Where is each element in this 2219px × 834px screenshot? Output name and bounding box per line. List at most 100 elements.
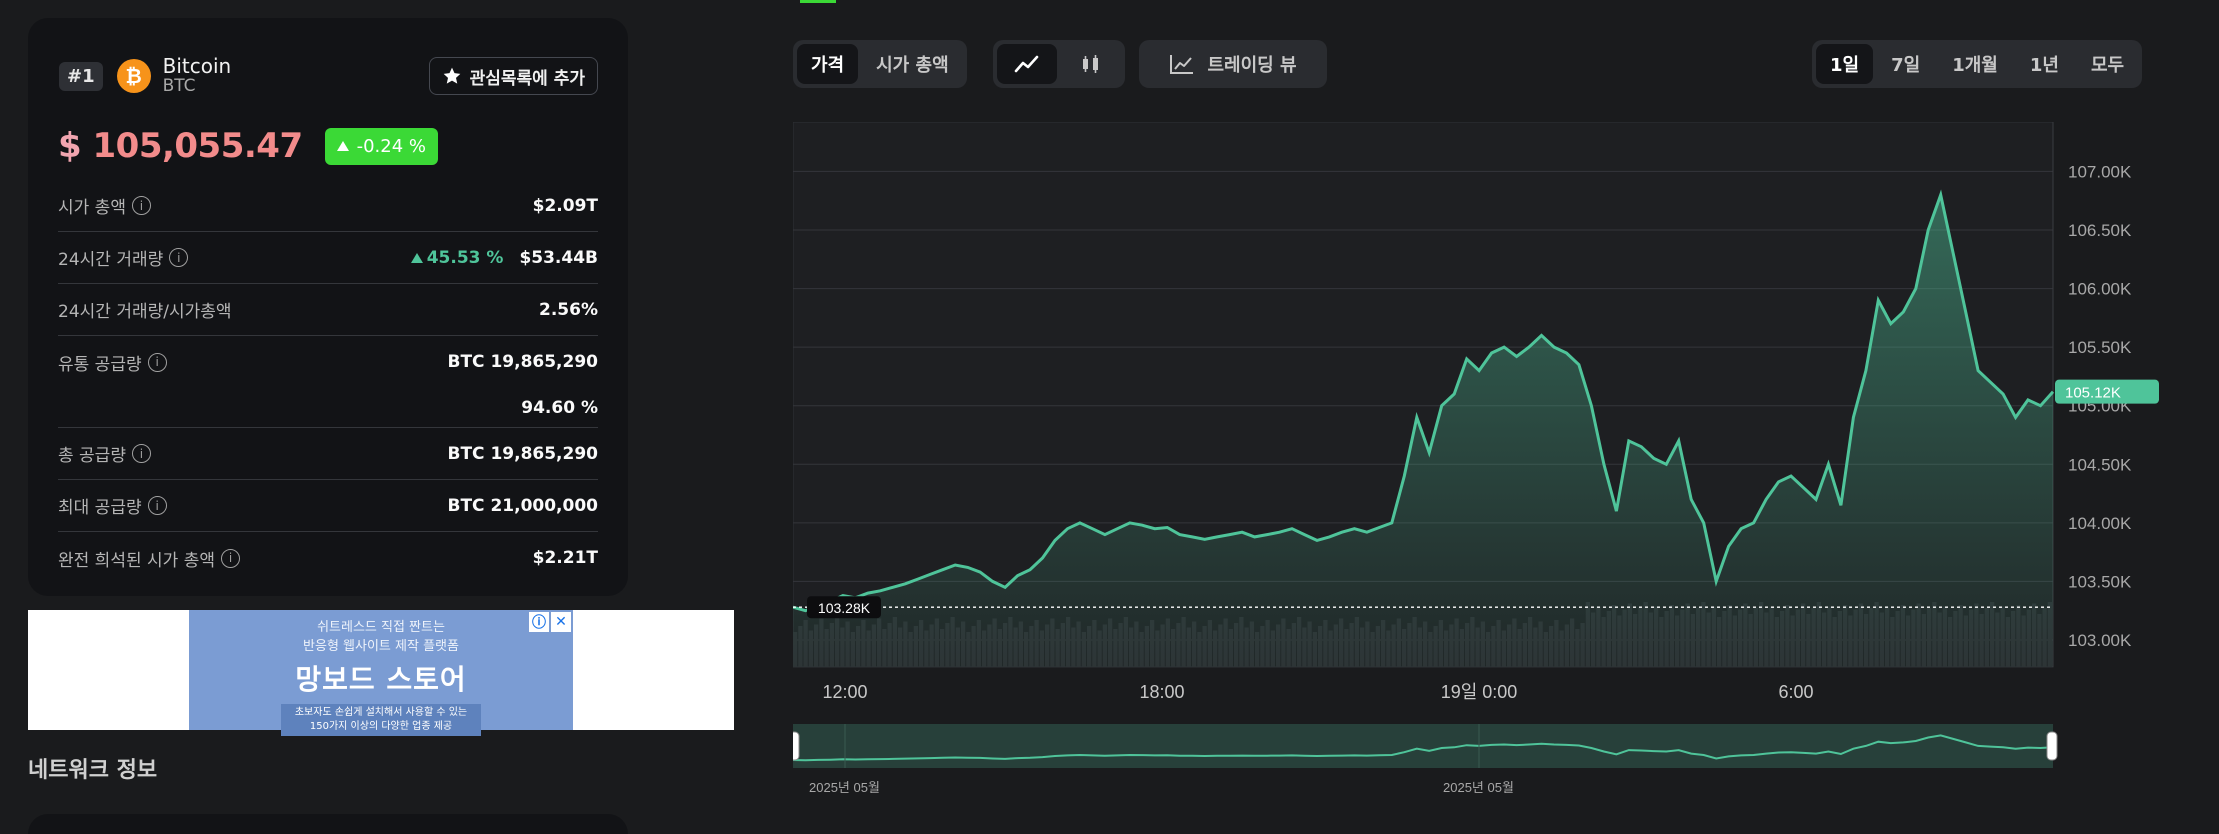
rank-badge: #1 xyxy=(59,61,103,91)
stat-circulating-percent: 94.60 % xyxy=(58,388,598,428)
navigator-label: 2025년 05월 xyxy=(1443,780,1514,795)
stat-value: 94.60 % xyxy=(521,397,598,418)
line-chart-icon xyxy=(1014,55,1039,73)
stat-vol-mcap: 24시간 거래량/시가총액 2.56% xyxy=(58,284,598,336)
ad-info-icon[interactable]: ⓘ xyxy=(529,612,549,632)
y-tick-label: 106.00K xyxy=(2068,280,2132,299)
active-tab-indicator xyxy=(800,0,836,3)
tab-market-cap[interactable]: 시가 총액 xyxy=(862,44,963,84)
price-chart[interactable]: 107.00K106.50K106.00K105.50K105.00K104.5… xyxy=(793,122,2159,802)
current-price-label: 105.12K xyxy=(2065,385,2121,402)
stat-value: $2.21T xyxy=(532,548,598,568)
ad-desc2: 150가지 이상의 다양한 업종 제공 xyxy=(309,721,453,732)
ad-controls: ⓘ ✕ xyxy=(529,612,571,632)
x-tick-label: 12:00 xyxy=(822,682,867,702)
stat-label: 24시간 거래량/시가총액 xyxy=(58,302,232,322)
info-icon[interactable]: i xyxy=(220,548,240,568)
watch-label: 관심목록에 추가 xyxy=(469,68,585,89)
y-tick-label: 104.00K xyxy=(2068,514,2132,533)
ad-desc1: 초보자도 손쉽게 설치해서 사용할 수 있는 xyxy=(294,707,468,718)
info-icon[interactable]: i xyxy=(131,444,151,463)
stat-value: BTC 19,865,290 xyxy=(447,443,599,464)
network-info-card xyxy=(28,814,628,834)
chart-type-toggle xyxy=(993,40,1125,88)
candlestick-icon xyxy=(1083,55,1098,73)
coin-names: Bitcoin BTC xyxy=(163,56,232,96)
network-info-title: 네트워크 정보 xyxy=(28,758,158,783)
y-tick-label: 104.50K xyxy=(2068,455,2132,474)
info-icon[interactable]: i xyxy=(131,196,151,215)
ad-line2: 반응형 웹사이트 제작 플랫폼 xyxy=(303,639,459,654)
price-value: 105,055.47 xyxy=(92,126,304,166)
y-tick-label: 103.00K xyxy=(2068,631,2132,650)
metric-toggle: 가격 시가 총액 xyxy=(793,40,967,88)
stat-value: BTC 21,000,000 xyxy=(447,495,599,516)
info-icon[interactable]: i xyxy=(147,352,167,372)
volume-change-value: 45.53 % xyxy=(426,247,504,268)
coin-info-card: #1 ₿ Bitcoin BTC 관심목록에 추가 $ 105,055.47 -… xyxy=(28,18,628,596)
info-icon[interactable]: i xyxy=(147,496,167,515)
stat-value: BTC 19,865,290 xyxy=(447,352,599,372)
range-1d[interactable]: 1일 xyxy=(1816,44,1874,84)
coin-symbol: BTC xyxy=(162,76,196,96)
price-row: $ 105,055.47 -0.24 % xyxy=(58,126,598,166)
x-tick-label: 18:00 xyxy=(1139,682,1184,702)
range-7d[interactable]: 7일 xyxy=(1877,44,1934,84)
info-icon[interactable]: i xyxy=(169,248,189,267)
y-tick-label: 103.50K xyxy=(2068,572,2132,591)
stat-fdv: 완전 희석된 시가 총액 i $2.21T xyxy=(58,532,598,584)
stat-label: 완전 희석된 시가 총액 xyxy=(58,550,215,571)
coin-header: #1 ₿ Bitcoin BTC 관심목록에 추가 xyxy=(58,56,598,96)
star-icon xyxy=(443,67,460,84)
price-currency: $ xyxy=(58,126,82,166)
stat-label: 유통 공급량 xyxy=(58,354,142,375)
stat-label: 시가 총액 xyxy=(58,198,126,218)
start-price-label: 103.28K xyxy=(818,600,871,616)
bitcoin-icon: ₿ xyxy=(116,59,151,93)
stat-label: 최대 공급량 xyxy=(58,498,142,518)
tradingview-label: 트레이딩 뷰 xyxy=(1207,55,1297,76)
current-price: $ 105,055.47 xyxy=(58,126,303,166)
stat-total-supply: 총 공급량 i BTC 19,865,290 xyxy=(58,428,598,480)
ad-title: 망보드 스토어 xyxy=(295,663,467,696)
page-root: #1 ₿ Bitcoin BTC 관심목록에 추가 $ 105,055.47 -… xyxy=(0,0,2219,834)
stat-label: 총 공급량 xyxy=(58,446,126,466)
stat-value: 2.56% xyxy=(539,299,598,320)
stat-market-cap: 시가 총액 i $2.09T xyxy=(58,180,598,232)
navigator-handle xyxy=(2046,731,2058,761)
ad-banner[interactable]: ⓘ ✕ 쉬트레스드 직접 짠트는 반응형 웹사이트 제작 플랫폼 망보드 스토어… xyxy=(28,610,734,736)
stat-value: $2.09T xyxy=(532,195,598,216)
tab-price[interactable]: 가격 xyxy=(797,44,859,84)
range-1m[interactable]: 1개월 xyxy=(1938,44,2012,84)
price-change-value: -0.24 % xyxy=(356,135,427,157)
stat-label: 24시간 거래량 xyxy=(58,250,164,270)
x-tick-label: 19일 0:00 xyxy=(1441,682,1518,702)
triangle-up-icon xyxy=(410,252,423,263)
ad-close-icon[interactable]: ✕ xyxy=(551,612,571,632)
range-all[interactable]: 모두 xyxy=(2077,44,2138,84)
stat-max-supply: 최대 공급량 i BTC 21,000,000 xyxy=(58,480,598,532)
add-watchlist-button[interactable]: 관심목록에 추가 xyxy=(428,57,598,95)
stat-volume-24h: 24시간 거래량 i 45.53 % $53.44B xyxy=(58,232,598,284)
candle-chart-button[interactable] xyxy=(1061,44,1121,84)
tradingview-button[interactable]: 트레이딩 뷰 xyxy=(1139,40,1327,88)
ad-description: 초보자도 손쉽게 설치해서 사용할 수 있는 150가지 이상의 다양한 업종 … xyxy=(281,704,481,736)
y-tick-label: 107.00K xyxy=(2068,162,2132,181)
line-chart-button[interactable] xyxy=(997,44,1057,84)
y-tick-label: 106.50K xyxy=(2068,221,2132,240)
chart-trend-icon xyxy=(1170,55,1194,74)
ad-line1: 쉬트레스드 직접 짠트는 xyxy=(317,620,445,635)
triangle-up-icon xyxy=(336,141,349,151)
stat-value: $53.44B xyxy=(519,247,598,268)
ad-content[interactable]: ⓘ ✕ 쉬트레스드 직접 짠트는 반응형 웹사이트 제작 플랫폼 망보드 스토어… xyxy=(189,610,573,736)
navigator-handle xyxy=(793,731,800,761)
range-1y[interactable]: 1년 xyxy=(2016,44,2073,84)
x-tick-label: 6:00 xyxy=(1778,682,1813,702)
y-tick-label: 105.50K xyxy=(2068,338,2132,357)
price-change-badge: -0.24 % xyxy=(324,127,439,165)
navigator-label: 2025년 05월 xyxy=(809,780,880,795)
coin-name: Bitcoin xyxy=(162,54,232,78)
range-toggle: 1일 7일 1개월 1년 모두 xyxy=(1812,40,2143,88)
stat-circulating: 유통 공급량 i BTC 19,865,290 xyxy=(58,336,598,388)
volume-change: 45.53 % xyxy=(410,247,504,268)
